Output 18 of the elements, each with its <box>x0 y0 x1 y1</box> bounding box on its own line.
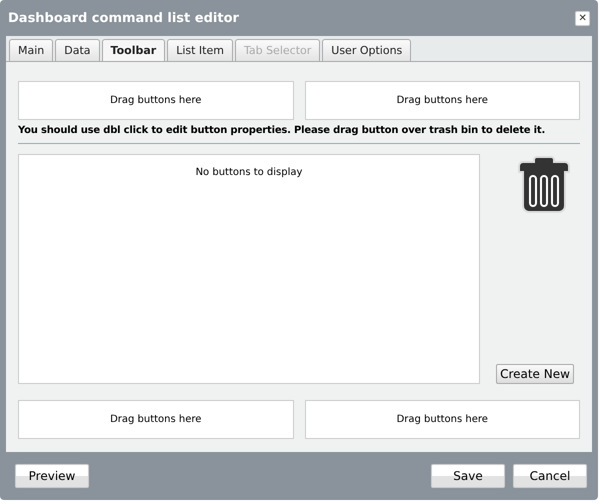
window-title: Dashboard command list editor <box>8 10 239 26</box>
hint-text: You should use dbl click to edit button properties. Please drag button over trash bin to delete it. <box>18 125 580 144</box>
tab[interactable]: Toolbar <box>102 39 166 61</box>
empty-text: No buttons to display <box>196 167 302 178</box>
tab[interactable]: User Options <box>322 39 412 61</box>
drop-zone: Drag buttons here <box>304 400 580 439</box>
tab[interactable]: List Item <box>167 39 233 61</box>
preview-button[interactable]: Preview <box>15 464 89 488</box>
create-new-button[interactable]: Create New <box>496 364 574 384</box>
trash-icon[interactable] <box>517 154 571 214</box>
drop-zone: Drag buttons here <box>304 81 580 120</box>
footer-button[interactable]: Cancel <box>513 464 587 488</box>
drop-zone: Drag buttons here <box>18 81 294 120</box>
close-button[interactable]: ✕ <box>575 10 590 26</box>
tab[interactable]: Data <box>55 39 100 61</box>
drop-zone: Drag buttons here <box>18 400 294 439</box>
footer-button[interactable]: Save <box>431 464 505 488</box>
tab[interactable]: Main <box>9 39 54 61</box>
